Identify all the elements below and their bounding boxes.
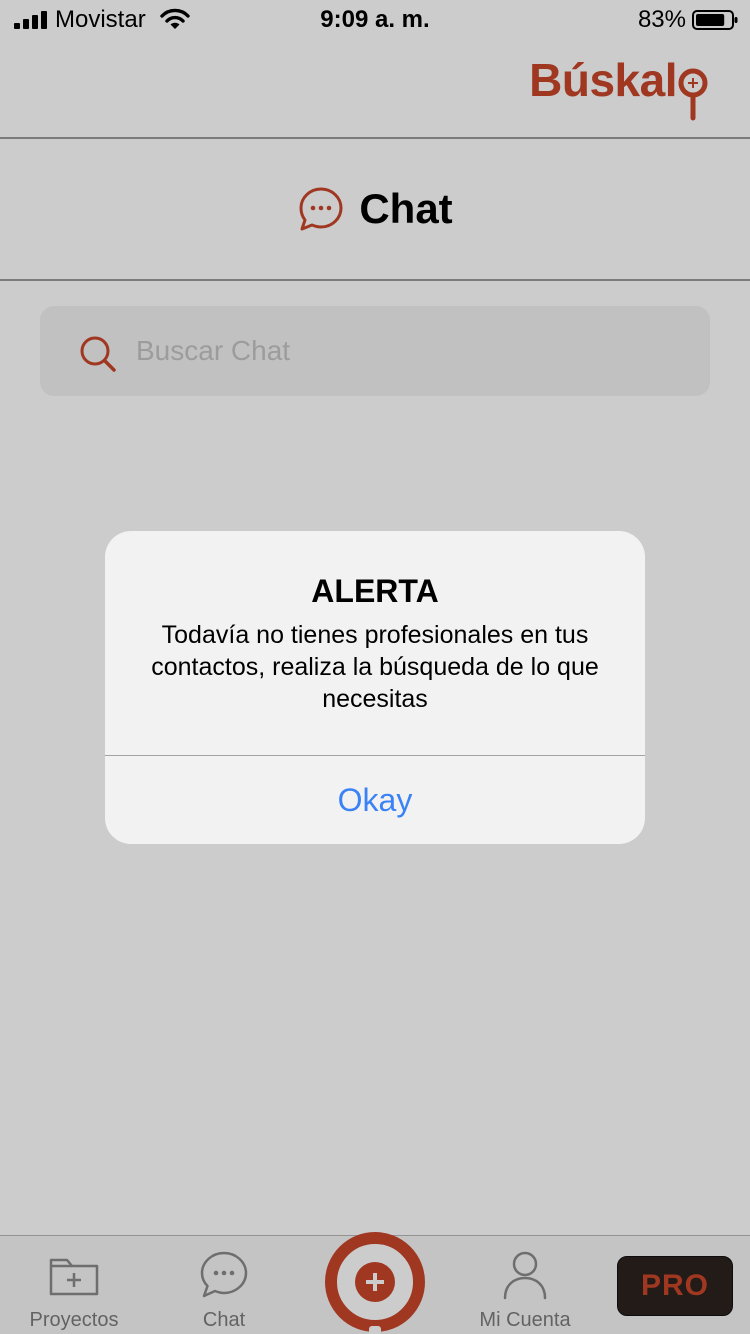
alert-dialog: ALERTA Todavía no tienes profesionales e… <box>105 531 645 844</box>
alert-title: ALERTA <box>311 573 439 609</box>
okay-button[interactable]: Okay <box>105 756 645 844</box>
alert-message: Todavía no tienes profesionales en tus c… <box>151 621 599 713</box>
app-screen: Movistar 9:09 a. m. 83% Búskal Chat Busc… <box>0 0 750 1334</box>
